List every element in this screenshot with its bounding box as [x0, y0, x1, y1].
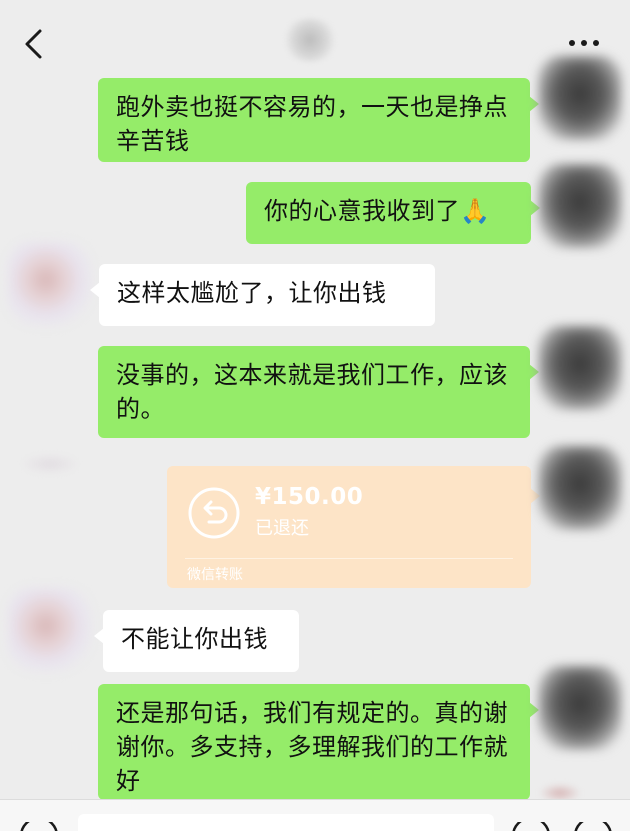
chevron-left-icon[interactable] — [22, 28, 46, 60]
avatar[interactable] — [538, 666, 622, 750]
message-text: 还是那句话，我们有规定的。真的谢谢你。多支持，多理解我们的工作就好 — [116, 699, 508, 795]
message-bubble-incoming[interactable]: 不能让你出钱 — [94, 610, 299, 672]
message-text: 你的心意我收到了🙏 — [264, 197, 491, 225]
message-text: 这样太尴尬了，让你出钱 — [117, 279, 387, 307]
message-text: 不能让你出钱 — [121, 625, 268, 653]
message-bubble-incoming[interactable]: 这样太尴尬了，让你出钱 — [90, 264, 435, 326]
refund-arrow-icon — [188, 487, 240, 539]
message-bubble-outgoing[interactable]: 还是那句话，我们有规定的。真的谢谢你。多支持，多理解我们的工作就好 — [98, 684, 539, 800]
avatar[interactable] — [8, 588, 92, 672]
emoji-icon[interactable] — [510, 822, 552, 831]
avatar[interactable] — [538, 56, 622, 140]
chat-title-blurred — [282, 18, 338, 62]
chat-window: 跑外卖也挺不容易的，一天也是挣点辛苦钱 你的心意我收到了🙏 这样太尴尬了，让你出… — [0, 0, 630, 831]
message-bubble-outgoing[interactable]: 跑外卖也挺不容易的，一天也是挣点辛苦钱 — [98, 78, 539, 162]
ellipsis-icon[interactable] — [566, 36, 602, 50]
message-bubble-outgoing[interactable]: 没事的，这本来就是我们工作，应该的。 — [98, 346, 539, 438]
message-text: 跑外卖也挺不容易的，一天也是挣点辛苦钱 — [116, 93, 508, 155]
message-input[interactable] — [78, 814, 494, 831]
plus-icon[interactable] — [572, 822, 614, 831]
transfer-amount: ¥150.00 — [255, 484, 364, 510]
avatar-fragment — [22, 454, 78, 474]
avatar[interactable] — [538, 326, 622, 410]
avatar[interactable] — [8, 242, 92, 326]
input-bar — [0, 799, 630, 831]
transfer-label: 微信转账 — [187, 567, 243, 583]
divider — [185, 558, 513, 559]
top-bar — [0, 0, 630, 84]
transfer-status: 已退还 — [255, 518, 309, 539]
message-bubble-outgoing[interactable]: 你的心意我收到了🙏 — [246, 182, 540, 244]
avatar[interactable] — [538, 164, 622, 248]
message-text: 没事的，这本来就是我们工作，应该的。 — [116, 361, 508, 423]
transfer-card[interactable]: ¥150.00 已退还 微信转账 — [167, 466, 540, 588]
avatar[interactable] — [538, 446, 622, 530]
voice-icon[interactable] — [18, 822, 60, 831]
